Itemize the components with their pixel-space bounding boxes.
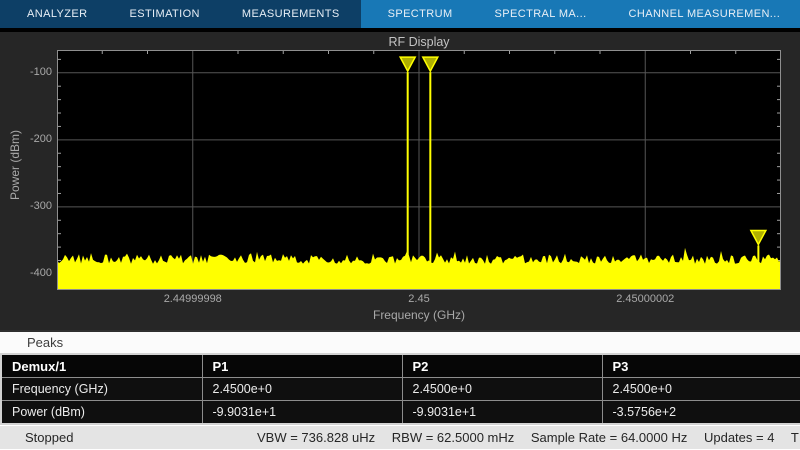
table-cell: 2.4500e+0 [602, 378, 800, 401]
status-updates: Updates = 4 [704, 430, 774, 445]
y-tick-label: -300 [2, 200, 52, 212]
tab-measurements[interactable]: MEASUREMENTS [221, 0, 361, 28]
status-sample-rate: Sample Rate = 64.0000 Hz [531, 430, 687, 445]
status-stats: VBW = 736.828 uHz RBW = 62.5000 mHz Samp… [257, 430, 800, 445]
row-label: Frequency (GHz) [1, 378, 202, 401]
y-tick-label: -400 [2, 267, 52, 279]
toolstrip-tabbar: ANALYZER ESTIMATION MEASUREMENTS SPECTRU… [0, 0, 800, 28]
table-cell: -9.9031e+1 [202, 401, 402, 425]
peaks-table: Demux/1 P1 P2 P3 Frequency (GHz) 2.4500e… [0, 353, 800, 425]
status-state: Stopped [25, 430, 73, 445]
table-cell: -9.9031e+1 [402, 401, 602, 425]
x-axis-label: Frequency (GHz) [57, 308, 781, 322]
row-label: Power (dBm) [1, 401, 202, 425]
y-tick-label: -200 [2, 133, 52, 145]
tab-spectrum[interactable]: SPECTRUM [367, 0, 474, 28]
table-header-row: Demux/1 P1 P2 P3 [1, 354, 800, 378]
main-tab-group: ANALYZER ESTIMATION MEASUREMENTS [0, 0, 361, 28]
table-row: Frequency (GHz) 2.4500e+0 2.4500e+0 2.45… [1, 378, 800, 401]
table-header-cell: P3 [602, 354, 800, 378]
peaks-panel-title: Peaks [0, 332, 800, 353]
status-vbw: VBW = 736.828 uHz [257, 430, 375, 445]
x-tick-label: 2.44999998 [138, 293, 248, 305]
table-cell: 2.4500e+0 [402, 378, 602, 401]
rf-display-panel: RF Display Power (dBm) -100 -200 -300 -4… [0, 32, 800, 330]
x-tick-label: 2.45 [364, 293, 474, 305]
table-header-cell: Demux/1 [1, 354, 202, 378]
y-tick-label: -100 [2, 66, 52, 78]
contextual-tab-group: SPECTRUM SPECTRAL MA... CHANNEL MEASUREM… [361, 0, 800, 28]
tab-estimation[interactable]: ESTIMATION [108, 0, 220, 28]
table-header-cell: P1 [202, 354, 402, 378]
status-rbw: RBW = 62.5000 mHz [392, 430, 514, 445]
table-row: Power (dBm) -9.9031e+1 -9.9031e+1 -3.575… [1, 401, 800, 425]
spectrum-plot-canvas[interactable] [57, 50, 781, 290]
y-axis-label: Power (dBm) [8, 45, 22, 285]
tab-spectral-mask[interactable]: SPECTRAL MA... [474, 0, 608, 28]
status-time: T = 96.1719 [791, 430, 800, 445]
x-tick-label: 2.45000002 [590, 293, 700, 305]
status-bar: Stopped VBW = 736.828 uHz RBW = 62.5000 … [0, 426, 800, 449]
table-cell: 2.4500e+0 [202, 378, 402, 401]
table-header-cell: P2 [402, 354, 602, 378]
plot-title: RF Display [57, 35, 781, 49]
tab-analyzer[interactable]: ANALYZER [6, 0, 108, 28]
tab-channel-measurements[interactable]: CHANNEL MEASUREMEN... [608, 0, 800, 28]
table-cell: -3.5756e+2 [602, 401, 800, 425]
